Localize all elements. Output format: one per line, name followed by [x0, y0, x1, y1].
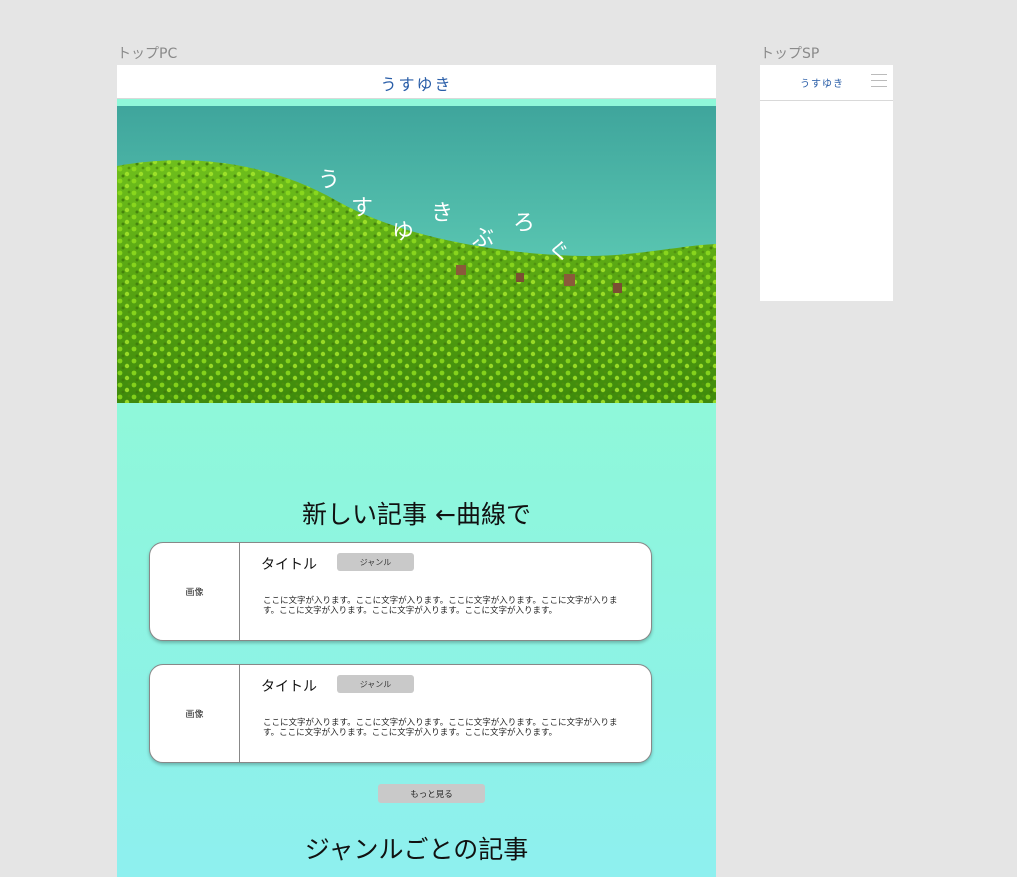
- hero-title-char: ゆ: [392, 220, 415, 245]
- hero-title-char: う: [318, 168, 341, 193]
- hero-title-char: す: [351, 196, 374, 221]
- article-title[interactable]: タイトル: [261, 676, 317, 696]
- genre-articles-heading: ジャンルごとの記事: [304, 835, 529, 864]
- header-accent-stripe: [117, 99, 716, 105]
- site-logo[interactable]: うすゆき: [117, 71, 716, 95]
- site-header: うすゆき: [117, 65, 716, 99]
- hamburger-icon[interactable]: [871, 74, 887, 88]
- sp-frame-label: トップSP: [760, 46, 820, 62]
- sp-site-logo[interactable]: うすゆき: [800, 75, 844, 90]
- sp-top-frame: うすゆき: [760, 65, 893, 301]
- article-image-placeholder: 画像: [150, 543, 240, 640]
- pc-frame-label: トップPC: [117, 46, 178, 62]
- more-button[interactable]: もっと見る: [378, 784, 485, 803]
- article-card[interactable]: 画像 タイトル ジャンル ここに文字が入ります。ここに文字が入ります。ここに文字…: [149, 542, 652, 641]
- hero-landscape-picture: [117, 106, 716, 403]
- pc-top-frame: うすゆき う す ゆ き ぶ ろ ぐ 新しい記事 ←曲線で 画像 タイトル ジャ…: [117, 65, 716, 877]
- hero-image: う す ゆ き ぶ ろ ぐ: [117, 106, 716, 403]
- hero-title-char: ろ: [513, 211, 536, 236]
- hero-title-char: ぶ: [472, 226, 495, 251]
- sp-header: うすゆき: [760, 65, 893, 101]
- article-title[interactable]: タイトル: [261, 554, 317, 574]
- article-card[interactable]: 画像 タイトル ジャンル ここに文字が入ります。ここに文字が入ります。ここに文字…: [149, 664, 652, 763]
- hero-title-char: き: [431, 201, 454, 226]
- article-genre-tag[interactable]: ジャンル: [337, 675, 414, 693]
- hero-title-char: ぐ: [548, 240, 571, 265]
- article-image-placeholder: 画像: [150, 665, 240, 762]
- article-genre-tag[interactable]: ジャンル: [337, 553, 414, 571]
- article-excerpt: ここに文字が入ります。ここに文字が入ります。ここに文字が入ります。ここに文字が入…: [263, 596, 618, 616]
- latest-articles-heading: 新しい記事 ←曲線で: [302, 500, 531, 529]
- article-excerpt: ここに文字が入ります。ここに文字が入ります。ここに文字が入ります。ここに文字が入…: [263, 718, 618, 738]
